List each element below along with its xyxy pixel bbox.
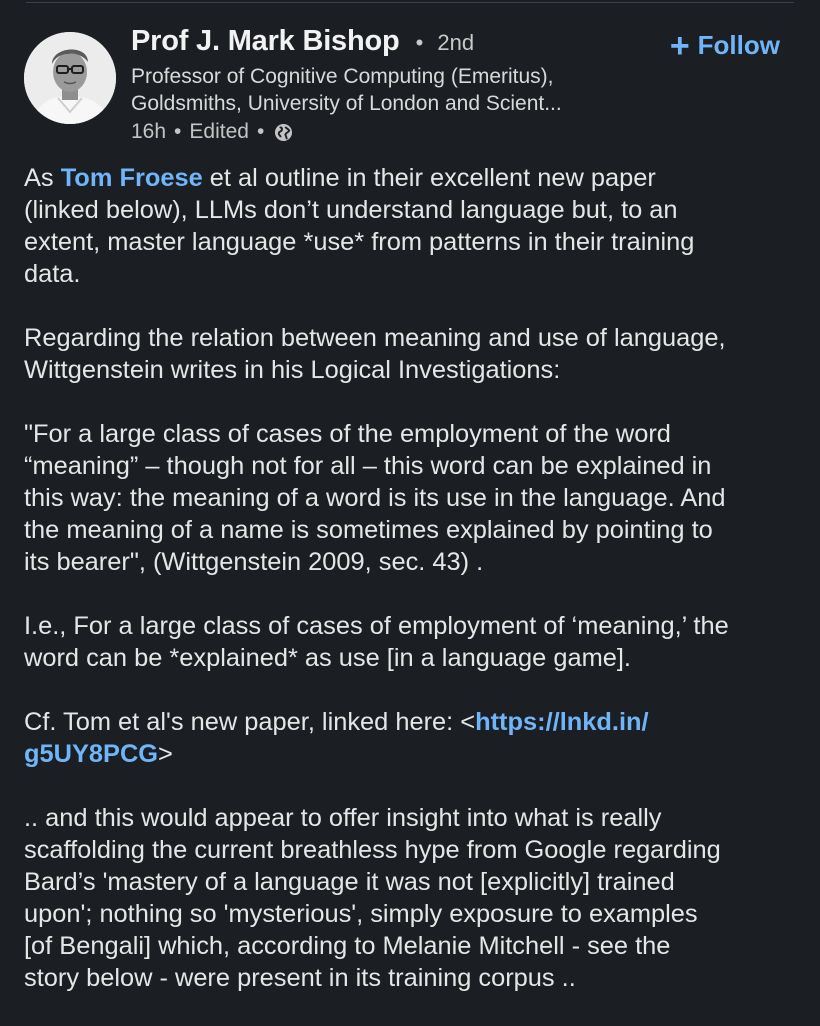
author-name[interactable]: Prof J. Mark Bishop xyxy=(131,25,400,57)
paragraph-line: Bard’s 'mastery of a language it was not… xyxy=(24,868,675,896)
post-meta: 16h • Edited • xyxy=(131,118,651,145)
paragraph-line: story below - were present in its traini… xyxy=(24,964,576,992)
headline-line-2: Goldsmiths, University of London and Sci… xyxy=(131,92,562,115)
paragraph-line: data. xyxy=(24,260,81,288)
author-avatar[interactable] xyxy=(24,32,116,124)
text-segment: As xyxy=(24,164,61,192)
paragraph-5: Cf. Tom et al's new paper, linked here: … xyxy=(24,706,804,770)
paragraph-line: "For a large class of cases of the emplo… xyxy=(24,420,671,448)
text-segment: Cf. Tom et al's new paper, linked here: … xyxy=(24,708,476,736)
paragraph-line: .. and this would appear to offer insigh… xyxy=(24,804,662,832)
paragraph-line: I.e., For a large class of cases of empl… xyxy=(24,612,729,640)
edited-label: Edited xyxy=(189,120,249,143)
paragraph-line: “meaning” – though not for all – this wo… xyxy=(24,452,712,480)
follow-button[interactable]: + Follow xyxy=(669,26,780,65)
paragraph-line: Wittgenstein writes in his Logical Inves… xyxy=(24,356,561,384)
paragraph-line: Cf. Tom et al's new paper, linked here: … xyxy=(24,706,804,738)
paragraph-line: As Tom Froese et al outline in their exc… xyxy=(24,162,804,194)
paragraph-1: As Tom Froese et al outline in their exc… xyxy=(24,162,804,290)
paragraph-4: I.e., For a large class of cases of empl… xyxy=(24,610,804,674)
paragraph-2: Regarding the relation between meaning a… xyxy=(24,322,804,386)
post-body: As Tom Froese et al outline in their exc… xyxy=(24,162,804,1026)
paragraph-line: (linked below), LLMs don’t understand la… xyxy=(24,196,678,224)
paragraph-line: g5UY8PCG> xyxy=(24,738,804,770)
text-segment: > xyxy=(158,740,173,768)
post-time: 16h xyxy=(131,120,167,143)
top-divider xyxy=(26,2,794,3)
post-header: Prof J. Mark Bishop • 2nd Professor of C… xyxy=(24,24,796,144)
paragraph-line: extent, master language *use* from patte… xyxy=(24,228,695,256)
avatar-photo xyxy=(24,32,116,124)
paragraph-line: Regarding the relation between meaning a… xyxy=(24,324,726,352)
author-headline: Professor of Cognitive Computing (Emerit… xyxy=(131,63,641,117)
paragraph-line: word can be *explained* as use [in a lan… xyxy=(24,644,631,672)
paragraph-line: scaffolding the current breathless hype … xyxy=(24,836,721,864)
meta-dot-2: • xyxy=(256,120,265,143)
name-separator: • xyxy=(415,30,424,55)
author-name-row: Prof J. Mark Bishop • 2nd xyxy=(131,24,651,60)
paragraph-line: the meaning of a name is sometimes expla… xyxy=(24,516,713,544)
follow-label: Follow xyxy=(697,30,780,60)
mention-tom-froese[interactable]: Tom Froese xyxy=(61,164,203,192)
globe-icon xyxy=(274,122,293,142)
meta-dot-1: • xyxy=(174,120,182,143)
paper-link-part-2[interactable]: g5UY8PCG xyxy=(24,740,158,768)
paper-link-part-1[interactable]: https://lnkd.in/ xyxy=(475,708,648,736)
text-segment: et al outline in their excellent new pap… xyxy=(202,164,656,192)
author-info: Prof J. Mark Bishop • 2nd Professor of C… xyxy=(131,24,651,145)
paragraph-line: this way: the meaning of a word is its u… xyxy=(24,484,726,512)
connection-degree: 2nd xyxy=(437,30,475,55)
paragraph-line: its bearer", (Wittgenstein 2009, sec. 43… xyxy=(24,548,484,576)
paragraph-6: .. and this would appear to offer insigh… xyxy=(24,802,804,994)
paragraph-line: [of Bengali] which, according to Melanie… xyxy=(24,932,671,960)
paragraph-3-quote: "For a large class of cases of the emplo… xyxy=(24,418,804,578)
headline-line-1: Professor of Cognitive Computing (Emerit… xyxy=(131,65,554,88)
paragraph-line: upon'; nothing so 'mysterious', simply e… xyxy=(24,900,698,928)
plus-icon: + xyxy=(669,26,690,65)
